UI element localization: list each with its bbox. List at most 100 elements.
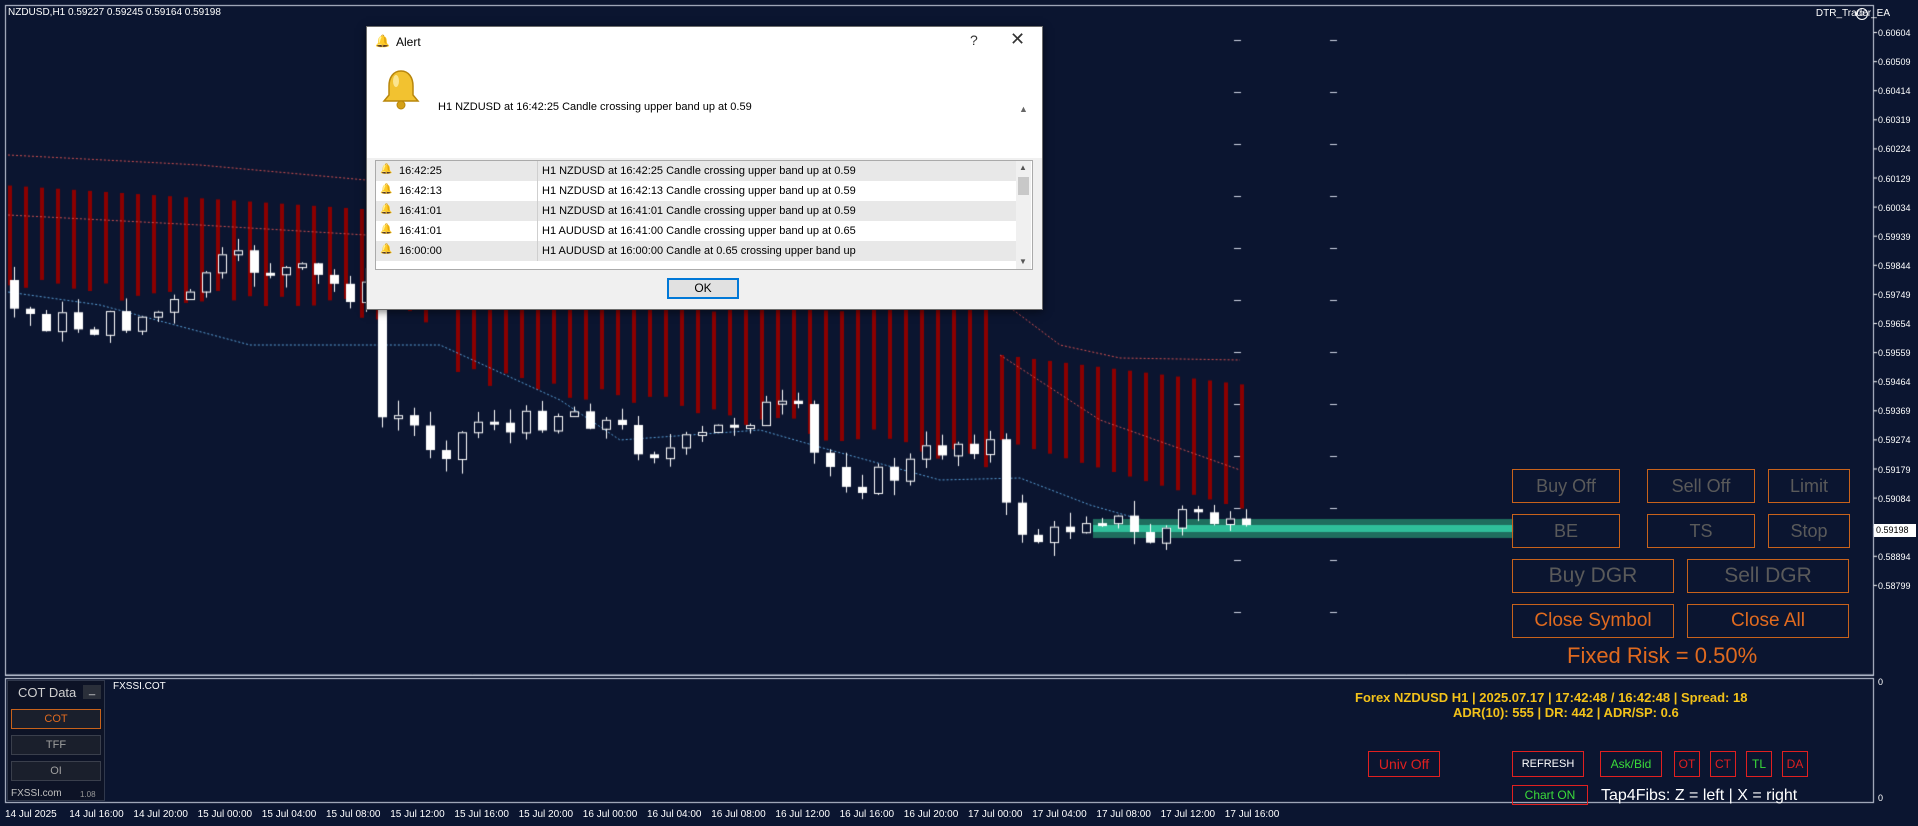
alert-row[interactable]: 🔔 16:00:00 H1 AUDUSD at 16:00:00 Candle at… (376, 241, 1016, 261)
row-bell-icon: 🔔 (380, 204, 393, 215)
row-message: H1 NZDUSD at 16:41:01 Candle crossing up… (542, 205, 856, 217)
alert-history-list: 🔔 16:42:25 H1 NZDUSD at 16:42:25 Candle cr… (375, 160, 1033, 270)
price-axis-label: 0.60604 (1878, 28, 1911, 38)
price-axis-label: 0.59939 (1878, 231, 1911, 242)
buy-dgr-button[interactable]: Buy DGR (1512, 559, 1674, 593)
ot-button[interactable]: OT (1674, 751, 1700, 777)
sub-axis-bottom: 0 (1878, 793, 1884, 803)
cot-title: COT Data (18, 685, 77, 700)
time-axis-label: 17 Jul 00:00 (968, 809, 1023, 820)
list-scroll-thumb[interactable] (1018, 177, 1029, 195)
ok-button[interactable]: OK (667, 278, 739, 299)
time-axis-label: 14 Jul 2025 (5, 809, 57, 820)
cot-footer[interactable]: FXSSI.com (11, 788, 62, 799)
row-separator (537, 201, 538, 221)
fixed-risk-label: Fixed Risk = 0.50% (1567, 643, 1758, 668)
buy-off-button[interactable]: Buy Off (1512, 469, 1620, 503)
price-axis-label: 0.60129 (1878, 173, 1911, 184)
price-axis-label: 0.59559 (1878, 348, 1911, 359)
ct-button[interactable]: CT (1710, 751, 1736, 777)
info-line-2: ADR(10): 555 | DR: 442 | ADR/SP: 0.6 (1453, 705, 1679, 720)
close-button[interactable]: ✕ (1010, 29, 1025, 50)
time-axis-label: 16 Jul 12:00 (775, 809, 830, 820)
cot-button[interactable]: COT (11, 709, 101, 729)
row-time: 16:00:00 (399, 245, 442, 257)
price-axis-label: 0.60224 (1878, 144, 1911, 155)
close-all-button[interactable]: Close All (1687, 604, 1849, 638)
price-axis-label: 0.59844 (1878, 260, 1911, 271)
info-line-1: Forex NZDUSD H1 | 2025.07.17 | 17:42:48 … (1355, 690, 1748, 705)
row-time: 16:42:13 (399, 185, 442, 197)
row-time: 16:42:25 (399, 165, 442, 177)
stop-button[interactable]: Stop (1768, 514, 1850, 548)
price-axis-label: 0.59084 (1878, 493, 1911, 504)
row-separator (537, 161, 538, 181)
price-axis-label: 0.59654 (1878, 319, 1911, 329)
row-message: H1 AUDUSD at 16:41:00 Candle crossing up… (542, 225, 856, 237)
alert-row[interactable]: 🔔 16:42:13 H1 NZDUSD at 16:42:13 Candle cr… (376, 181, 1016, 201)
ea-smiley-icon: ☺ (1856, 8, 1868, 20)
large-bell-icon (382, 70, 420, 110)
time-axis-label: 15 Jul 16:00 (454, 809, 509, 820)
price-axis-label: 0.59274 (1878, 435, 1911, 446)
sell-dgr-button[interactable]: Sell DGR (1687, 559, 1849, 593)
time-axis-label: 17 Jul 04:00 (1032, 809, 1087, 820)
close-symbol-button[interactable]: Close Symbol (1512, 604, 1674, 638)
help-button[interactable]: ? (970, 32, 978, 48)
time-axis-label: 16 Jul 00:00 (582, 809, 638, 820)
list-scroll-down-icon[interactable]: ▼ (1019, 257, 1027, 266)
row-bell-icon: 🔔 (380, 224, 393, 235)
ask-bid-button[interactable]: Ask/Bid (1600, 751, 1662, 777)
alert-row[interactable]: 🔔 16:41:01 H1 NZDUSD at 16:41:01 Candle cr… (376, 201, 1016, 221)
alert-row[interactable]: 🔔 16:41:01 H1 AUDUSD at 16:41:00 Candle cr… (376, 221, 1016, 241)
sell-off-button[interactable]: Sell Off (1647, 469, 1755, 503)
sub-axis-top: 0 (1878, 677, 1884, 687)
bell-icon: 🔔 (375, 34, 390, 48)
row-time: 16:41:01 (399, 205, 442, 217)
cot-data-panel: COT Data _ COT TFF OI FXSSI.com 1.08 (7, 680, 105, 801)
univ-off-button[interactable]: Univ Off (1368, 751, 1440, 777)
row-message: H1 AUDUSD at 16:00:00 Candle at 0.65 cro… (542, 245, 856, 257)
be-button[interactable]: BE (1512, 514, 1620, 548)
ea-name-label: DTR_Trader_EA (1815, 8, 1890, 19)
price-axis-label: 0.60509 (1878, 57, 1911, 68)
alert-titlebar[interactable]: 🔔 Alert ? ✕ (367, 27, 1042, 57)
time-axis-label: 16 Jul 04:00 (647, 809, 702, 820)
time-axis-label: 16 Jul 16:00 (839, 809, 895, 820)
time-axis-label: 14 Jul 20:00 (133, 809, 188, 820)
alert-dialog: 🔔 Alert ? ✕ H1 NZDUSD at 16:42:25 Candle… (366, 26, 1043, 310)
da-button[interactable]: DA (1782, 751, 1808, 777)
oi-button[interactable]: OI (11, 761, 101, 781)
time-axis-label: 16 Jul 20:00 (903, 809, 959, 820)
row-separator (537, 241, 538, 261)
row-separator (537, 221, 538, 241)
price-axis-label: 0.60319 (1878, 115, 1911, 126)
time-axis-label: 16 Jul 08:00 (711, 809, 766, 820)
time-axis-label: 15 Jul 00:00 (197, 809, 253, 820)
alert-message-area: H1 NZDUSD at 16:42:25 Candle crossing up… (367, 57, 1042, 173)
alert-row[interactable]: 🔔 16:42:25 H1 NZDUSD at 16:42:25 Candle cr… (376, 161, 1016, 181)
scroll-up-icon[interactable]: ▲ (1019, 104, 1028, 114)
price-axis-label: 0.59464 (1878, 377, 1911, 388)
tff-button[interactable]: TFF (11, 735, 101, 755)
ts-button[interactable]: TS (1647, 514, 1755, 548)
time-axis-label: 15 Jul 08:00 (326, 809, 381, 820)
time-axis-label: 17 Jul 08:00 (1096, 809, 1151, 820)
subwindow-label: FXSSI.COT (113, 681, 166, 692)
tl-button[interactable]: TL (1746, 751, 1772, 777)
price-axis-label: 0.59749 (1878, 289, 1911, 300)
list-scroll-up-icon[interactable]: ▲ (1019, 163, 1027, 172)
price-axis-label: 0.59369 (1878, 406, 1911, 417)
row-time: 16:41:01 (399, 225, 442, 237)
list-scrollbar[interactable]: ▲ ▼ (1016, 161, 1031, 269)
cot-minimize-button[interactable]: _ (83, 685, 101, 699)
price-axis-label: 0.60414 (1878, 86, 1911, 97)
time-axis-label: 17 Jul 16:00 (1224, 809, 1280, 820)
time-axis-label: 15 Jul 20:00 (518, 809, 574, 820)
limit-button[interactable]: Limit (1768, 469, 1850, 503)
price-axis-label: 0.58894 (1878, 551, 1911, 562)
chart-on-button[interactable]: Chart ON (1512, 785, 1588, 805)
refresh-button[interactable]: REFRESH (1512, 751, 1584, 777)
cot-version: 1.08 (80, 790, 96, 799)
row-bell-icon: 🔔 (380, 244, 393, 255)
